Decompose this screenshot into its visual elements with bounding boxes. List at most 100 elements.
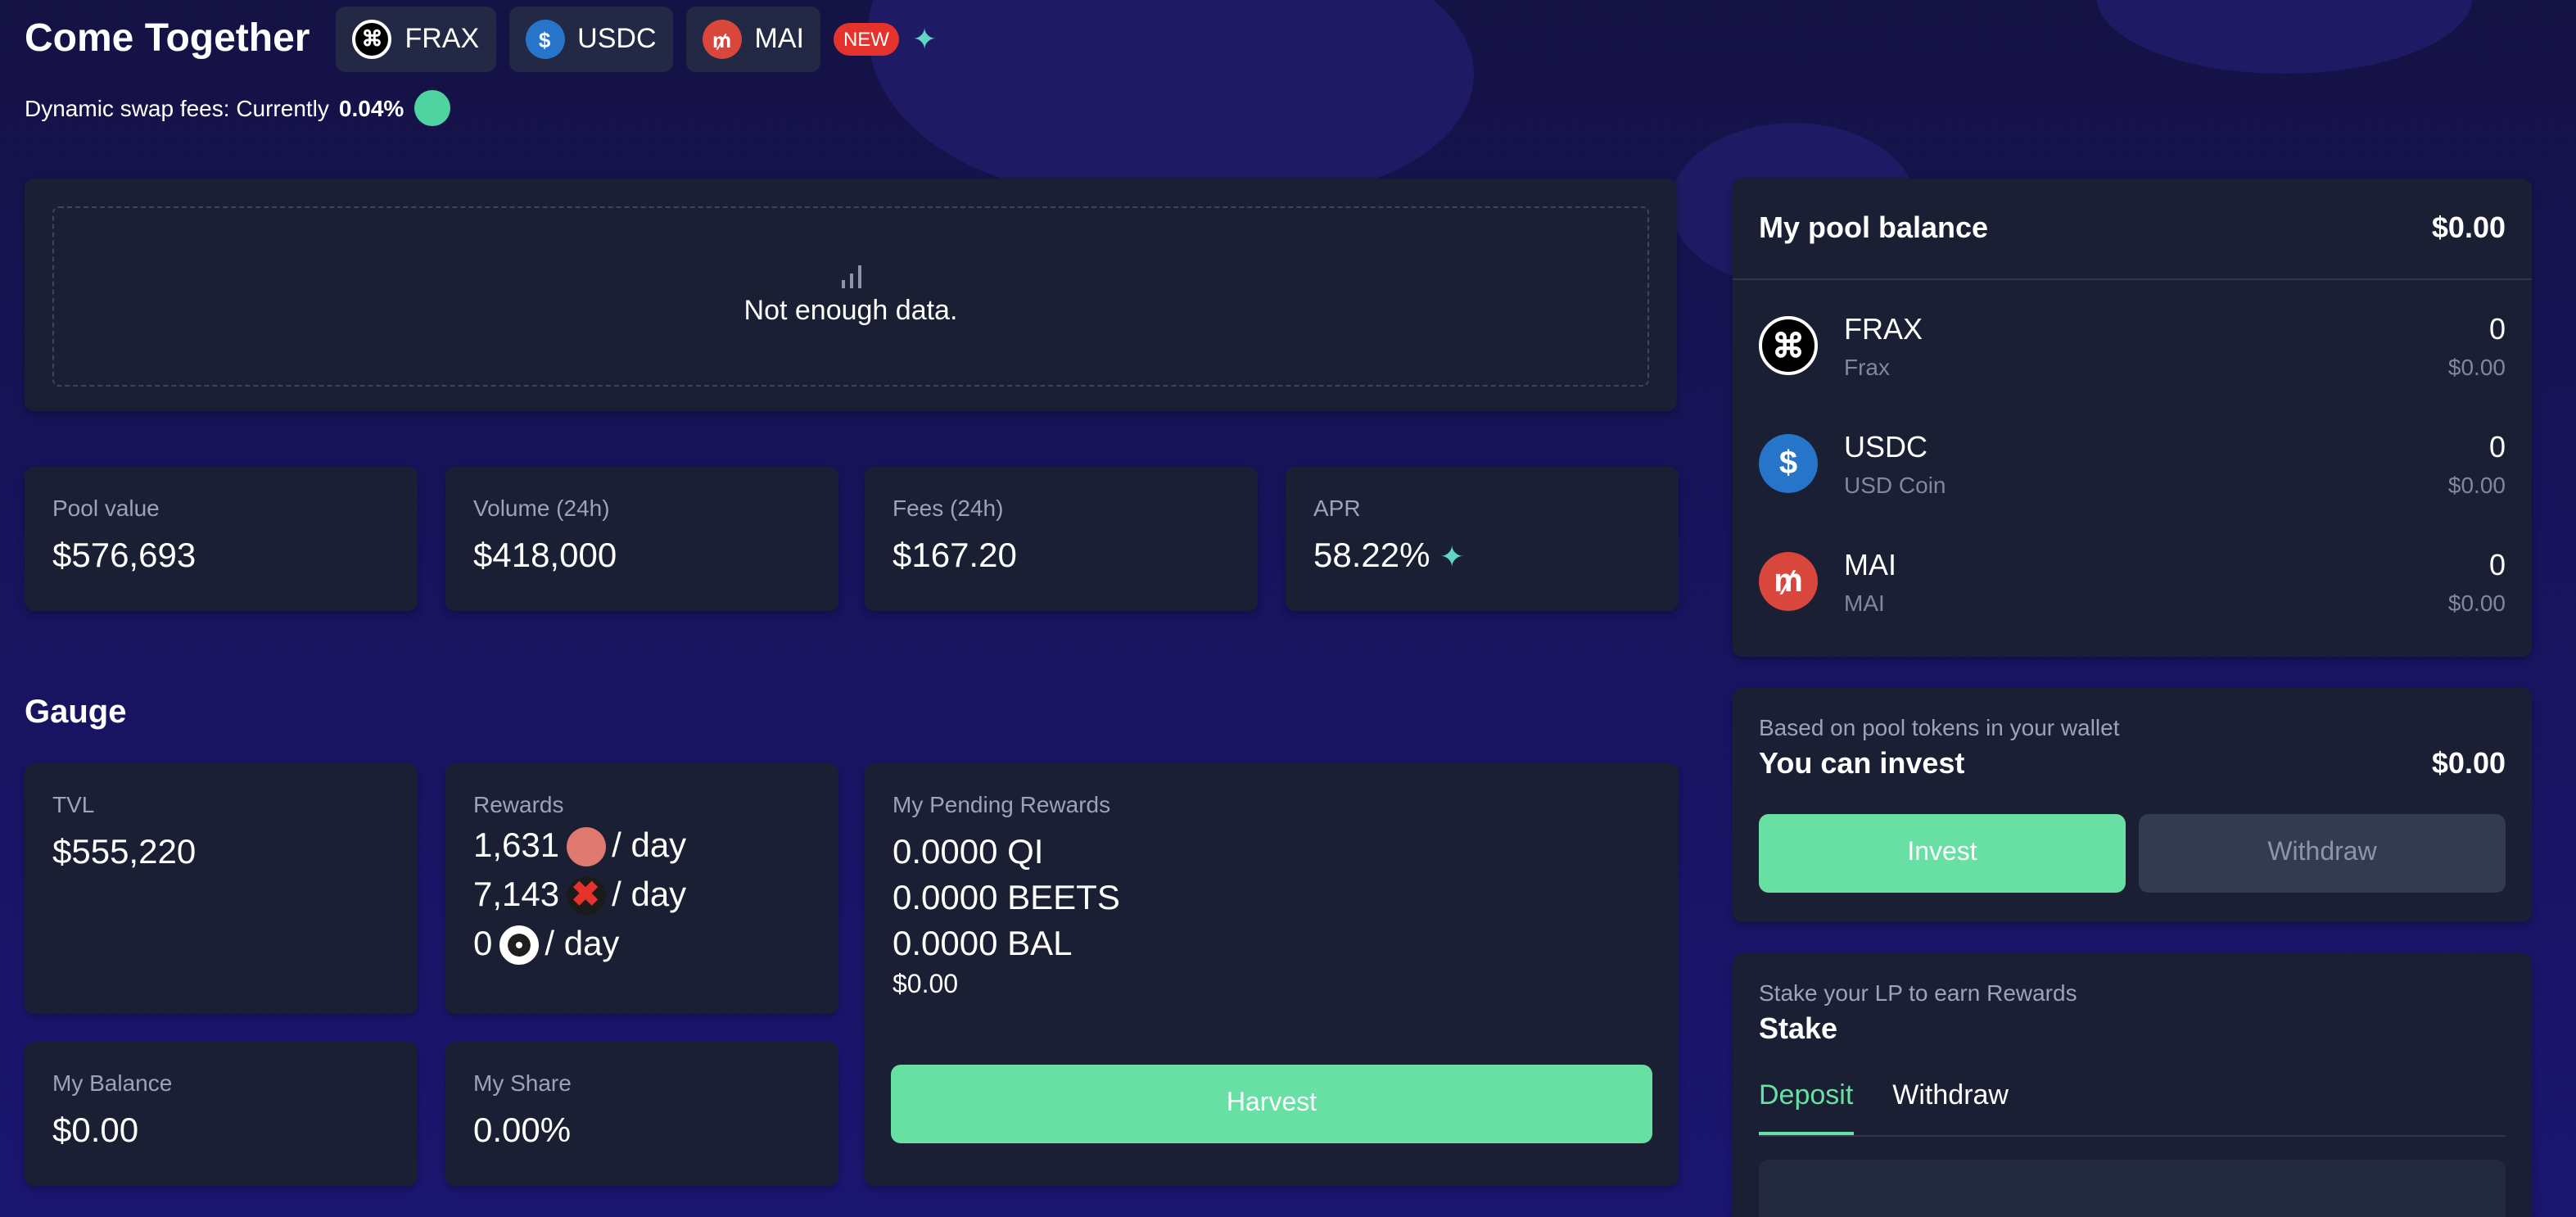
fees-value: 0.04% [338, 95, 404, 121]
token-symbol: FRAX [1844, 312, 1923, 345]
stake-card: Stake your LP to earn Rewards Stake Depo… [1733, 953, 2532, 1217]
my-balance-card: My Balance $0.00 [25, 1042, 418, 1186]
token-usd: $0.00 [2447, 589, 2506, 615]
stat-label: APR [1313, 495, 1361, 521]
pending-bal: 0.0000 BAL [893, 925, 1073, 963]
stat-pool-value: Pool value $576,693 [25, 467, 418, 611]
balance-label: My Balance [52, 1070, 173, 1096]
share-value: 0.00% [473, 1112, 572, 1150]
pool-page: Come Together ⌘ FRAX $ USDC ₥ MAI NEW ✦ … [0, 0, 2576, 1217]
stat-value: $167.20 [893, 537, 1017, 575]
stake-hint: Stake your LP to earn Rewards [1759, 979, 2077, 1006]
pending-rewards-card: My Pending Rewards 0.0000 QI 0.0000 BEET… [865, 763, 1679, 1186]
token-usd: $0.00 [2447, 353, 2506, 379]
withdraw-button[interactable]: Withdraw [2139, 814, 2506, 893]
pool-balance-title: My pool balance [1759, 211, 1989, 244]
sparkle-icon[interactable]: ✦ [1439, 541, 1464, 573]
invest-card: Based on pool tokens in your wallet You … [1733, 688, 2532, 922]
token-name: MAI [1844, 589, 1885, 615]
token-amount: 0 [2488, 548, 2506, 581]
token-chip-usdc[interactable]: $ USDC [508, 7, 673, 72]
pending-usd: $0.00 [893, 971, 959, 999]
balance-row-usdc: $ USDC USD Coin 0 $0.00 [1733, 405, 2532, 523]
rewards-label: Rewards [473, 791, 564, 817]
bal-token-icon [499, 925, 539, 965]
token-chip-mai[interactable]: ₥ MAI [685, 7, 820, 72]
token-usd: $0.00 [2447, 471, 2506, 497]
token-symbol: USDC [1844, 430, 1928, 463]
invest-button[interactable]: Invest [1759, 814, 2126, 893]
tab-deposit[interactable]: Deposit [1759, 1079, 1854, 1135]
qi-token-icon [566, 827, 606, 866]
stake-title: Stake [1759, 1012, 1838, 1045]
frax-icon: ⌘ [1759, 316, 1818, 375]
pool-header: Come Together ⌘ FRAX $ USDC ₥ MAI NEW ✦ [25, 7, 937, 72]
token-amount: 0 [2488, 430, 2506, 463]
stat-value: 58.22% ✦ [1313, 537, 1651, 577]
no-data-text: Not enough data. [743, 295, 958, 326]
stat-fees: Fees (24h) $167.20 [865, 467, 1258, 611]
mascot-icon [414, 90, 450, 126]
fees-prefix: Dynamic swap fees: Currently [25, 95, 329, 121]
mai-icon: ₥ [1759, 552, 1818, 611]
my-share-card: My Share 0.00% [445, 1042, 838, 1186]
stat-volume: Volume (24h) $418,000 [445, 467, 838, 611]
pool-title: Come Together [25, 16, 310, 61]
reward-amount: 0 [473, 925, 493, 963]
frax-icon: ⌘ [352, 20, 392, 59]
pending-label: My Pending Rewards [893, 791, 1111, 817]
new-badge: NEW [833, 23, 899, 56]
stat-label: Volume (24h) [473, 495, 610, 521]
sparkle-icon: ✦ [911, 22, 938, 55]
chart-empty-state: Not enough data. [52, 206, 1649, 387]
gauge-tvl-card: TVL $555,220 [25, 763, 418, 1014]
balance-row-frax: ⌘ FRAX Frax 0 $0.00 [1733, 287, 2532, 405]
token-symbol: USDC [577, 23, 657, 54]
bar-chart-icon [841, 265, 861, 288]
pool-balance-card: My pool balance $0.00 ⌘ FRAX Frax 0 $0.0… [1733, 179, 2532, 657]
beets-token-icon: ✖ [566, 876, 606, 916]
pool-balance-total: $0.00 [2431, 211, 2506, 244]
token-name: USD Coin [1844, 471, 1946, 497]
reward-rate: / day [612, 876, 687, 914]
harvest-button[interactable]: Harvest [891, 1065, 1652, 1143]
apr-value: 58.22% [1313, 537, 1430, 575]
reward-row: 7,143 ✖ / day [473, 876, 811, 916]
invest-label: You can invest [1759, 747, 1965, 780]
stake-amount-input[interactable] [1759, 1160, 2506, 1217]
tvl-label: TVL [52, 791, 95, 817]
tab-withdraw[interactable]: Withdraw [1892, 1079, 2009, 1135]
stake-tabs: Deposit Withdraw [1759, 1079, 2506, 1137]
token-symbol: MAI [1844, 548, 1897, 581]
pending-qi: 0.0000 QI [893, 834, 1044, 871]
share-label: My Share [473, 1070, 572, 1096]
swap-fees-info: Dynamic swap fees: Currently 0.04% [25, 90, 450, 126]
reward-amount: 7,143 [473, 876, 560, 914]
reward-row: 1,631 / day [473, 827, 811, 866]
tvl-value: $555,220 [52, 834, 197, 871]
token-chip-frax[interactable]: ⌘ FRAX [336, 7, 496, 72]
usdc-icon: $ [525, 20, 565, 59]
stat-value: $418,000 [473, 537, 617, 575]
reward-rate: / day [612, 827, 687, 865]
pool-chart-card: Not enough data. [25, 179, 1677, 411]
pool-balance-header: My pool balance $0.00 [1733, 179, 2532, 280]
reward-amount: 1,631 [473, 827, 560, 865]
balance-value: $0.00 [52, 1112, 139, 1150]
stat-label: Pool value [52, 495, 160, 521]
gauge-rewards-card: Rewards 1,631 / day 7,143 ✖ / day 0 / da… [445, 763, 838, 1014]
reward-row: 0 / day [473, 925, 811, 965]
stat-label: Fees (24h) [893, 495, 1004, 521]
balance-row-mai: ₥ MAI MAI 0 $0.00 [1733, 523, 2532, 640]
reward-rate: / day [545, 925, 620, 963]
invest-hint: Based on pool tokens in your wallet [1759, 714, 2120, 740]
token-symbol: MAI [754, 23, 804, 54]
stat-value: $576,693 [52, 537, 197, 575]
gauge-heading: Gauge [25, 694, 127, 731]
pending-beets: 0.0000 BEETS [893, 880, 1120, 917]
token-name: Frax [1844, 353, 1890, 379]
invest-value: $0.00 [2431, 747, 2506, 780]
usdc-icon: $ [1759, 434, 1818, 493]
token-symbol: FRAX [404, 23, 480, 54]
mai-icon: ₥ [702, 20, 742, 59]
